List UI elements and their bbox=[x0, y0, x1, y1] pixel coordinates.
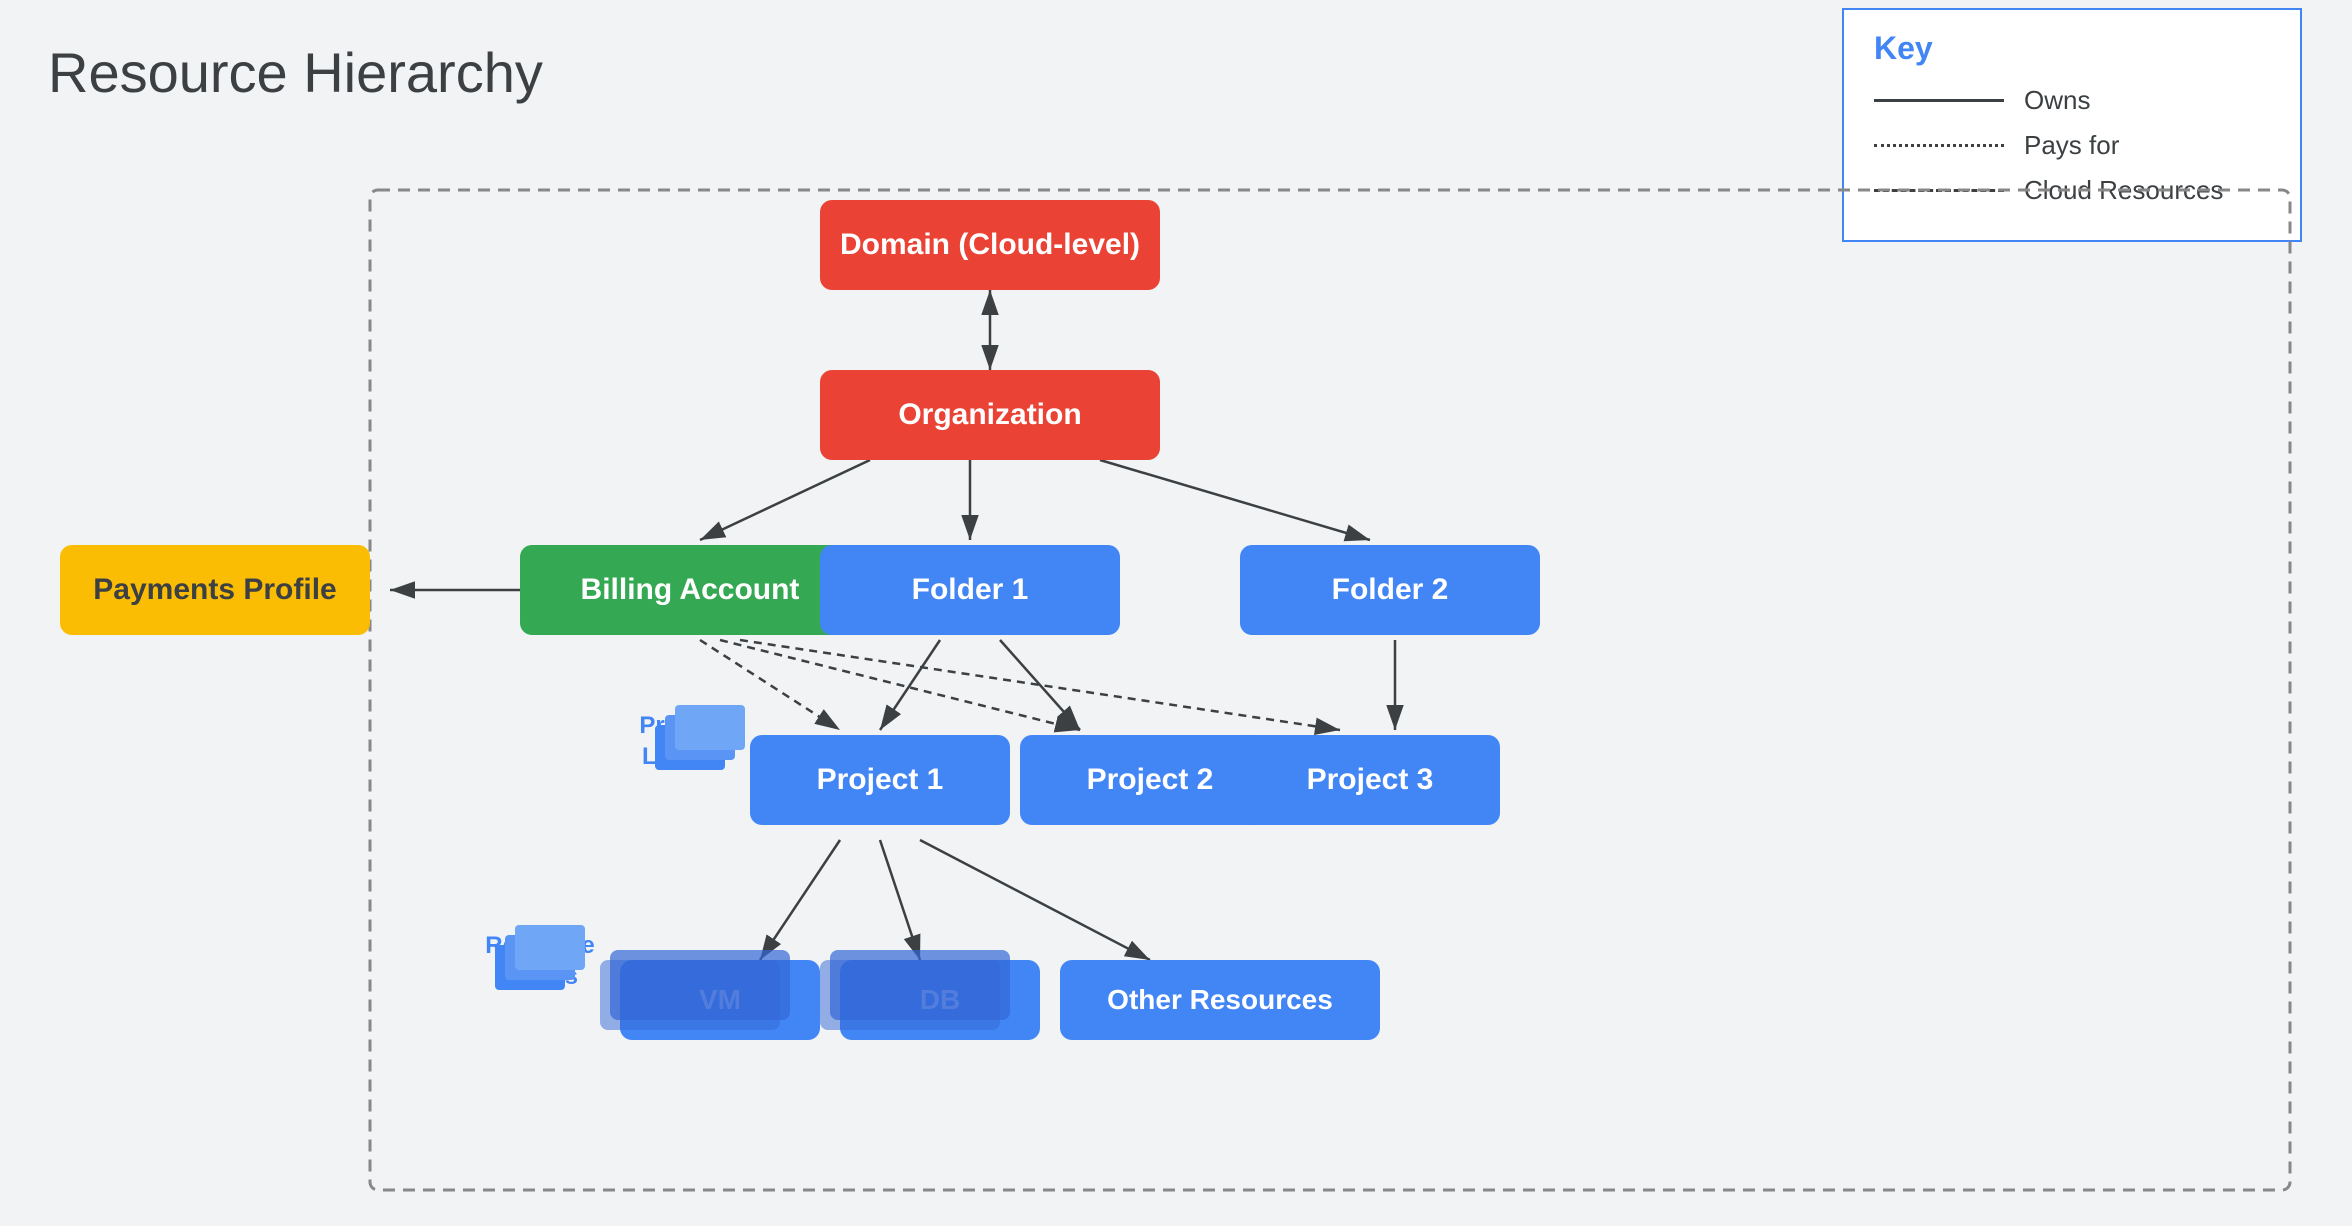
vm-stack-icon bbox=[600, 940, 820, 1040]
project-labels-icon bbox=[650, 700, 750, 780]
resource-labels-icon bbox=[490, 920, 590, 1000]
key-line-solid bbox=[1874, 99, 2004, 102]
key-line-dashed bbox=[1874, 189, 2004, 192]
project3-node: Project 3 bbox=[1240, 735, 1500, 825]
folder1-node: Folder 1 bbox=[820, 545, 1120, 635]
folder2-node: Folder 2 bbox=[1240, 545, 1540, 635]
other-resources-node: Other Resources bbox=[1060, 960, 1380, 1040]
key-label-pays: Pays for bbox=[2024, 130, 2119, 161]
project1-node: Project 1 bbox=[750, 735, 1010, 825]
key-title: Key bbox=[1874, 30, 2270, 67]
domain-node: Domain (Cloud-level) bbox=[820, 200, 1160, 290]
key-item-owns: Owns bbox=[1874, 85, 2270, 116]
key-item-cloud: Cloud Resources bbox=[1874, 175, 2270, 206]
billing-account-node: Billing Account bbox=[520, 545, 860, 635]
organization-node: Organization bbox=[820, 370, 1160, 460]
db-stack-icon bbox=[820, 940, 1040, 1040]
key-label-owns: Owns bbox=[2024, 85, 2090, 116]
page-title: Resource Hierarchy bbox=[48, 40, 543, 105]
key-line-dotted bbox=[1874, 144, 2004, 147]
key-box: Key Owns Pays for Cloud Resources bbox=[1842, 8, 2302, 242]
payments-profile-node: Payments Profile bbox=[60, 545, 370, 635]
key-item-pays: Pays for bbox=[1874, 130, 2270, 161]
key-label-cloud: Cloud Resources bbox=[2024, 175, 2223, 206]
